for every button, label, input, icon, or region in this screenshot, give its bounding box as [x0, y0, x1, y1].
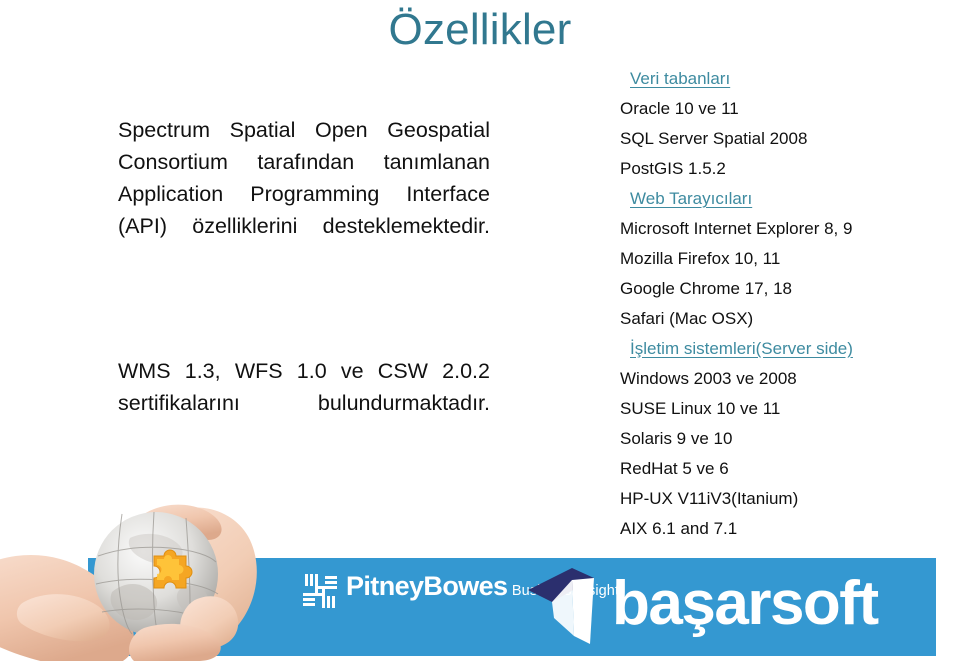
list-item: SUSE Linux 10 ve 11 [620, 399, 781, 418]
left-paragraph-2: WMS 1.3, WFS 1.0 ve CSW 2.0.2 sertifikal… [118, 355, 490, 419]
basarsoft-logo: başarsoft [528, 562, 879, 646]
page-title: Özellikler [388, 5, 572, 54]
list-item: RedHat 5 ve 6 [620, 459, 729, 478]
left-text-column: Spectrum Spatial Open Geospatial Consort… [118, 114, 490, 242]
slide: Özellikler Spectrum Spatial Open Geospat… [0, 0, 960, 661]
arrow-3d-icon [528, 562, 600, 646]
section-heading-operating-systems: İşletim sistemleri(Server side) [630, 339, 853, 358]
list-item: AIX 6.1 and 7.1 [620, 519, 738, 538]
list-item: Oracle 10 ve 11 [620, 99, 739, 118]
left-paragraph-1-text: Spectrum Spatial Open Geospatial Consort… [118, 118, 490, 238]
left-text-column-2: WMS 1.3, WFS 1.0 ve CSW 2.0.2 sertifikal… [118, 355, 490, 419]
pitney-bowes-name: PitneyBowes [346, 571, 508, 601]
list-item: SQL Server Spatial 2008 [620, 129, 808, 148]
left-paragraph-2-text: WMS 1.3, WFS 1.0 ve CSW 2.0.2 sertifikal… [118, 359, 490, 415]
list-item: PostGIS 1.5.2 [620, 159, 726, 178]
section-heading-web-browsers: Web Tarayıcıları [630, 189, 753, 208]
right-spec-column: Veri tabanları Oracle 10 ve 11 SQL Serve… [620, 64, 940, 544]
list-item: Windows 2003 ve 2008 [620, 369, 797, 388]
hands-holding-puzzle-globe-image [0, 452, 294, 661]
basarsoft-wordmark: başarsoft [612, 569, 879, 638]
list-item: Safari (Mac OSX) [620, 309, 754, 328]
list-item: Google Chrome 17, 18 [620, 279, 792, 298]
list-item: Mozilla Firefox 10, 11 [620, 249, 781, 268]
woven-grid-icon [303, 574, 337, 608]
left-paragraph-1: Spectrum Spatial Open Geospatial Consort… [118, 114, 490, 242]
list-item: Microsoft Internet Explorer 8, 9 [620, 219, 853, 238]
section-heading-databases: Veri tabanları [630, 69, 731, 88]
list-item: HP-UX V11iV3(Itanium) [620, 489, 799, 508]
list-item: Solaris 9 ve 10 [620, 429, 733, 448]
